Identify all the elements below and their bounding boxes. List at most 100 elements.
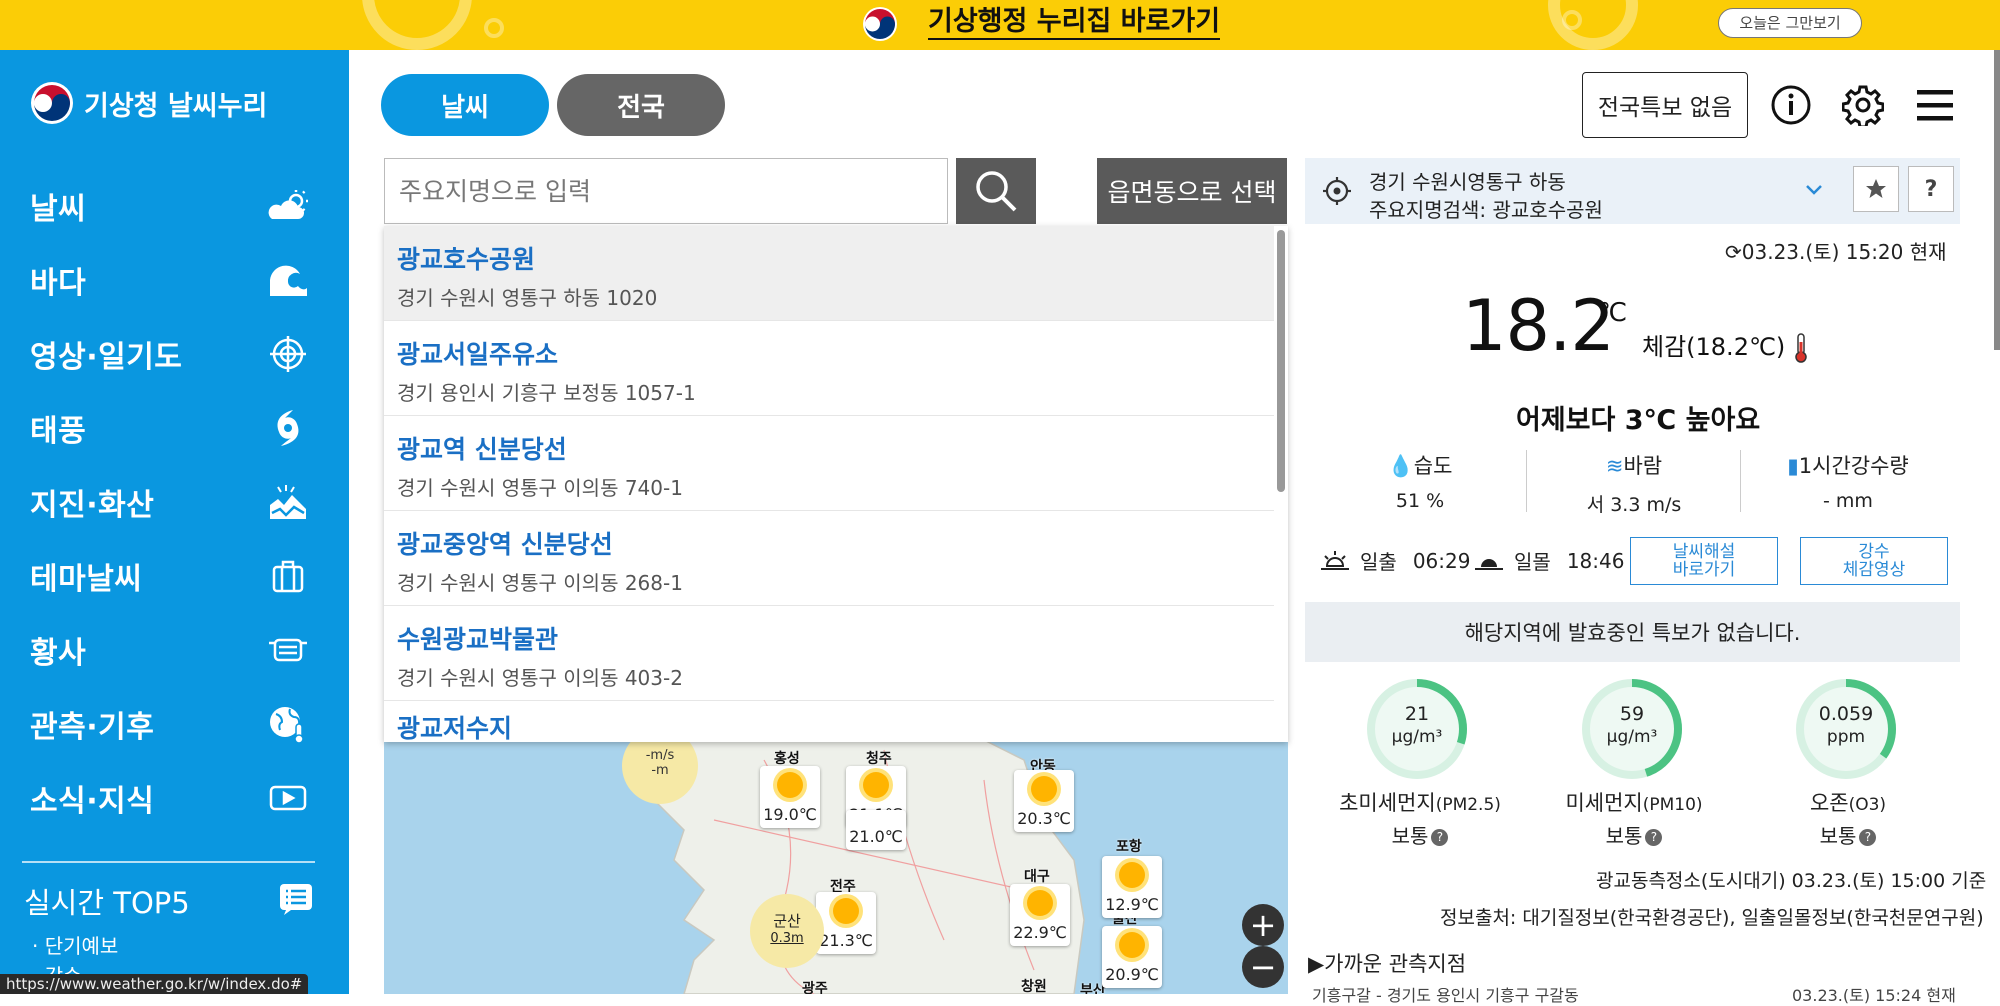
search-button[interactable] (956, 158, 1036, 224)
nav-weather[interactable]: 날씨 (30, 176, 310, 236)
wave-icon (266, 258, 310, 302)
map-weather-card[interactable]: 20.3℃ (1014, 770, 1074, 832)
location-search-label: 주요지명검색: 광교호수공원 (1369, 198, 1603, 222)
favorite-button[interactable] (1853, 166, 1899, 212)
card-temp: 12.9℃ (1105, 895, 1159, 914)
nav-label: 바다 (30, 266, 87, 301)
locate-icon[interactable] (1323, 177, 1351, 205)
brand-logo-link[interactable]: 기상청 날씨누리 (30, 80, 267, 126)
top-banner: 기상행정 누리집 바로가기 오늘은 그만보기 (0, 0, 2000, 50)
wind-label: 바람 (1623, 454, 1663, 478)
map-weather-card[interactable]: 19.0℃ (760, 766, 820, 828)
gear-icon[interactable] (1842, 84, 1884, 126)
question-icon[interactable]: ? (1859, 829, 1877, 846)
nav-observation-climate[interactable]: 관측·기후 (30, 694, 310, 754)
map-weather-card[interactable]: 21.0℃ (846, 810, 906, 850)
button-line: 바로가기 (1672, 560, 1736, 580)
realtime-top5[interactable]: 실시간 TOP5 (24, 873, 314, 929)
nav-yellow-dust[interactable]: 황사 (30, 620, 310, 680)
nationwide-warning-button[interactable]: 전국특보 없음 (1582, 72, 1748, 138)
list-item[interactable]: 광교호수공원 경기 수원시 영통구 하동 1020 (384, 226, 1274, 321)
list-item[interactable]: 광교중앙역 신분당선 경기 수원시 영통구 이의동 268-1 (384, 511, 1274, 606)
data-source: 정보출처: 대기질정보(한국환경공단), 일출일몰정보(한국천문연구원) (1440, 907, 1984, 929)
zoom-in-button[interactable]: + (1242, 904, 1284, 946)
air-quality-name: 오존(O3) (1748, 787, 1948, 817)
droplet-icon: 💧 (1387, 454, 1414, 478)
results-scrollbar[interactable] (1277, 230, 1285, 492)
gunsan-wave-bubble[interactable]: 군산 0.3m (750, 894, 824, 968)
nav-theme-weather[interactable]: 테마날씨 (30, 546, 310, 606)
map-weather-card[interactable]: 12.9℃ (1102, 856, 1162, 918)
list-item[interactable]: 광교역 신분당선 경기 수원시 영통구 이의동 740-1 (384, 416, 1274, 511)
map-weather-card[interactable]: 20.9℃ (1102, 926, 1162, 988)
chevron-down-icon[interactable] (1805, 184, 1823, 196)
observed-time-text: 03.23.(토) 15:20 현재 (1741, 240, 1947, 264)
weather-map[interactable]: -m/s -m 홍성 청주 안동 포항 대구 전주 울산 광주 창원 부산 19… (384, 740, 1288, 994)
humidity-stat: 💧습도 51 % (1320, 450, 1520, 512)
brand-name: 기상청 날씨누리 (84, 90, 268, 122)
rain-video-button[interactable]: 강수 체감영상 (1800, 537, 1948, 585)
result-address: 경기 수원시 영통구 하동 1020 (397, 286, 658, 310)
sunset-label: 일몰 (1514, 550, 1551, 574)
list-item[interactable]: 수원광교박물관 경기 수원시 영통구 이의동 403-2 (384, 606, 1274, 701)
pollutant-code: (PM2.5) (1435, 795, 1501, 815)
nav-typhoon[interactable]: 태풍 (30, 398, 310, 458)
typhoon-icon (266, 406, 310, 450)
nav-news-knowledge[interactable]: 소식·지식 (30, 768, 310, 828)
feels-like: 체감(18.2℃) (1642, 327, 1809, 364)
air-quality-gauge: 59 μg/m³ (1580, 677, 1684, 781)
result-address: 경기 수원시 영통구 이의동 268-1 (397, 571, 683, 595)
top5-link[interactable]: · 단기예보 (32, 930, 118, 959)
top5-label: 실시간 TOP5 (24, 886, 190, 920)
gauge-unit: ppm (1826, 727, 1866, 747)
page-scrollbar[interactable] (1994, 50, 2000, 350)
map-weather-card[interactable]: 21.3℃ (816, 892, 876, 954)
air-quality-name: 미세먼지(PM10) (1534, 787, 1734, 817)
weather-commentary-button[interactable]: 날씨해설 바로가기 (1630, 537, 1778, 585)
location-selector[interactable]: 경기 수원시영통구 하동 주요지명검색: 광교호수공원 ? (1305, 158, 1960, 224)
tab-nationwide[interactable]: 전국 (557, 74, 725, 136)
zoom-out-button[interactable]: − (1242, 946, 1284, 988)
wind-speed: -m/s (645, 748, 675, 763)
grade-text: 보통 (1819, 824, 1857, 848)
menu-icon[interactable] (1914, 84, 1956, 126)
select-by-dong-button[interactable]: 읍면동으로 선택 (1097, 158, 1287, 224)
nav-earthquake-volcano[interactable]: 지진·화산 (30, 472, 310, 532)
nav-satellite-chart[interactable]: 영상·일기도 (30, 324, 310, 384)
list-item[interactable]: 광교서일주유소 경기 용인시 기흥구 보정동 1057-1 (384, 321, 1274, 416)
city-label: 창원 (1021, 979, 1047, 994)
search-results-dropdown: 광교호수공원 경기 수원시 영통구 하동 1020 광교서일주유소 경기 용인시… (384, 226, 1288, 742)
sunset-icon (1475, 558, 1503, 570)
nav-sea[interactable]: 바다 (30, 250, 310, 310)
city-label: 홍성 (774, 751, 800, 767)
sun-icon (1031, 776, 1057, 802)
nearby-station-time: 03.23.(토) 15:24 현재 (1792, 986, 1956, 1005)
sidebar: 기상청 날씨누리 날씨 바다 영상·일기도 태풍 지진·화산 테마날씨 황사 관… (0, 50, 349, 994)
banner-close-button[interactable]: 오늘은 그만보기 (1718, 8, 1862, 38)
card-temp: 22.9℃ (1013, 923, 1067, 942)
tab-weather[interactable]: 날씨 (381, 74, 549, 136)
list-item[interactable]: 광교저수지 (384, 701, 1274, 742)
pollutant-name: 오존 (1809, 791, 1849, 815)
question-icon[interactable]: ? (1645, 829, 1663, 846)
nav-label: 소식·지식 (30, 784, 155, 819)
button-line: 날씨해설 (1672, 542, 1736, 562)
nearby-stations-toggle[interactable]: ▶가까운 관측지점 (1308, 948, 1466, 978)
sun-icon (777, 772, 803, 798)
map-weather-card[interactable]: 22.9℃ (1010, 884, 1070, 946)
info-icon[interactable] (1770, 84, 1812, 126)
nav-label: 관측·기후 (30, 710, 155, 745)
sun-icon (1027, 890, 1053, 916)
result-name: 광교저수지 (397, 714, 513, 742)
card-temp: 19.0℃ (763, 805, 817, 824)
help-button[interactable]: ? (1908, 166, 1954, 212)
banner-link[interactable]: 기상행정 누리집 바로가기 (928, 6, 1221, 40)
result-address: 경기 수원시 영통구 이의동 403-2 (397, 666, 683, 690)
wind-icon: ≋ (1605, 454, 1624, 478)
gauge-unit: μg/m³ (1391, 727, 1443, 747)
feels-like-text: 체감(18.2℃) (1642, 333, 1786, 361)
question-icon[interactable]: ? (1431, 829, 1449, 846)
humidity-value: 51 % (1395, 490, 1445, 512)
refresh-icon[interactable]: ⟳ (1725, 240, 1742, 264)
search-input[interactable] (384, 158, 948, 224)
